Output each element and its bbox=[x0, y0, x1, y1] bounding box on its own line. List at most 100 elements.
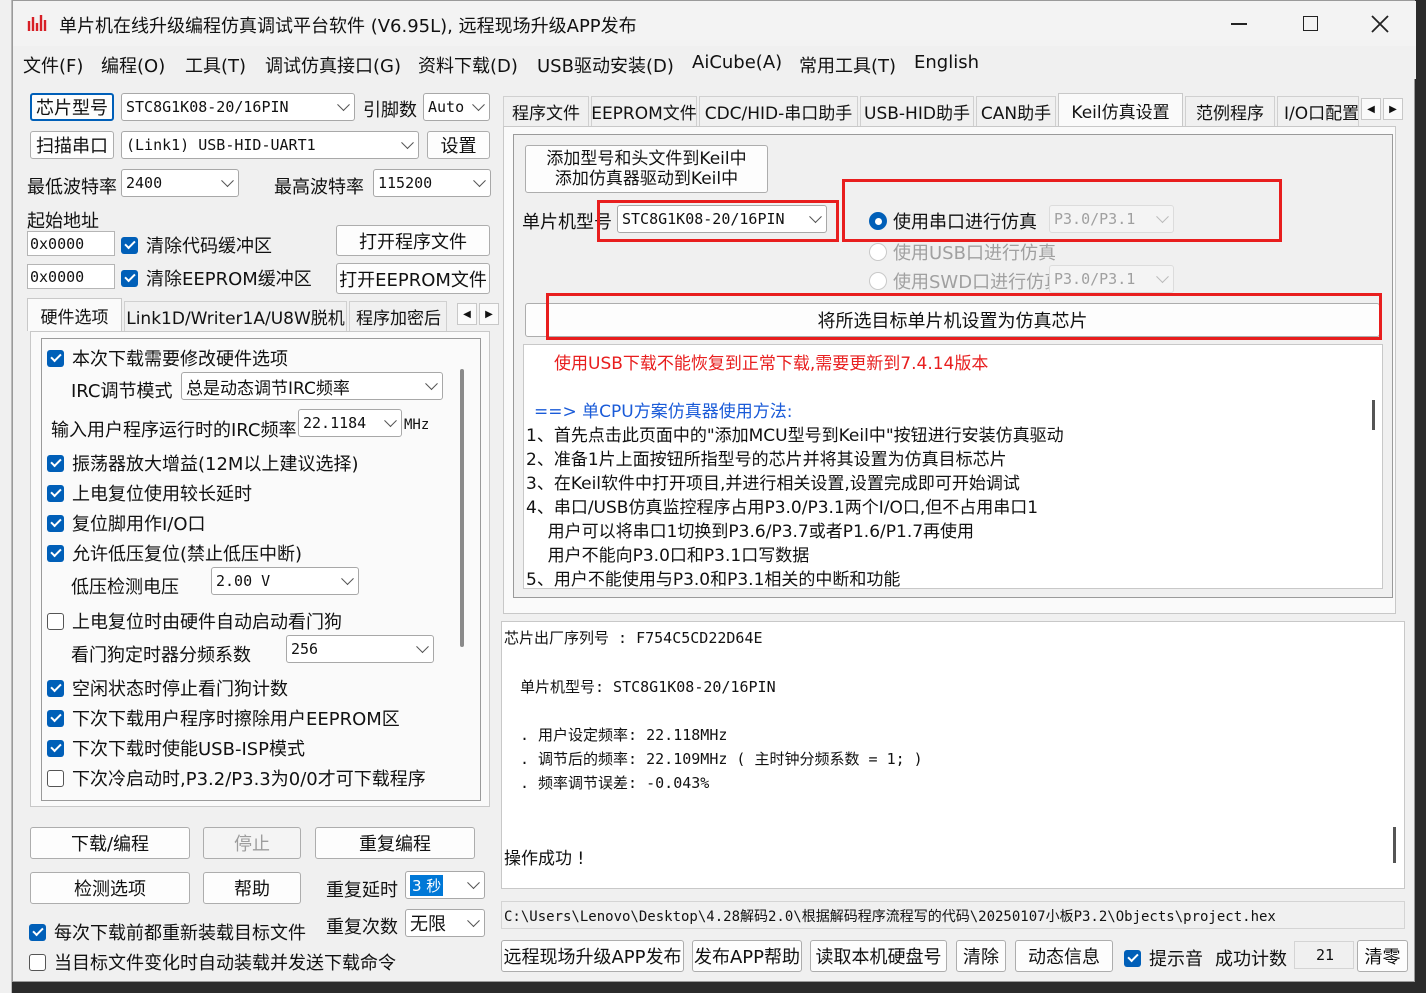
open-eeprom-file-button[interactable]: 打开EEPROM文件 bbox=[336, 263, 490, 294]
wdt-auto-checkbox[interactable]: 上电复位时由硬件自动启动看门狗 bbox=[47, 608, 342, 634]
wdt-divider-label: 看门狗定时器分频系数 bbox=[71, 645, 251, 666]
min-baud-label: 最低波特率 bbox=[27, 177, 117, 198]
minimize-icon[interactable] bbox=[1231, 23, 1247, 25]
hardware-scrollbar-thumb[interactable] bbox=[460, 369, 464, 647]
chip-model-button[interactable]: 芯片型号 bbox=[30, 93, 114, 121]
clear-eeprom-checkbox[interactable]: 清除EEPROM缓冲区 bbox=[121, 265, 312, 291]
read-disk-id-button[interactable]: 读取本机硬盘号 bbox=[810, 940, 947, 972]
detect-options-button[interactable]: 检测选项 bbox=[30, 872, 190, 904]
tab-usb-hid-assistant[interactable]: USB-HID助手 bbox=[860, 96, 974, 126]
start-address-input-1[interactable]: 0x0000 bbox=[27, 231, 115, 256]
tab-io-config[interactable]: I/O口配置 bbox=[1277, 96, 1359, 126]
irc-freq-select[interactable]: 22.1184 bbox=[298, 409, 402, 437]
menu-debug-interface[interactable]: 调试仿真接口(G) bbox=[265, 52, 401, 78]
osc-gain-checkbox[interactable]: 振荡器放大增益(12M以上建议选择) bbox=[47, 450, 358, 476]
irc-mode-select[interactable]: 总是动态调节IRC频率 bbox=[181, 372, 443, 400]
tab-can-assistant[interactable]: CAN助手 bbox=[976, 96, 1056, 126]
tab-encryption[interactable]: 程序加密后 bbox=[349, 301, 447, 331]
window-title: 单片机在线升级编程仿真调试平台软件 (V6.95L), 远程现场升级APP发布 bbox=[59, 16, 637, 37]
beep-checkbox[interactable]: 提示音 bbox=[1124, 945, 1203, 971]
menu-downloads[interactable]: 资料下载(D) bbox=[418, 52, 518, 78]
start-address-input-2[interactable]: 0x0000 bbox=[27, 264, 115, 289]
info-scrollbar-thumb[interactable] bbox=[1372, 400, 1375, 430]
maximize-icon[interactable] bbox=[1303, 16, 1318, 31]
tab-examples[interactable]: 范例程序 bbox=[1185, 96, 1275, 126]
tab-scroll-left-icon[interactable]: ◀ bbox=[1361, 98, 1381, 120]
menu-file[interactable]: 文件(F) bbox=[23, 52, 83, 78]
reset-count-button[interactable]: 清零 bbox=[1357, 940, 1408, 972]
swd-pins-select[interactable]: P3.0/P3.1 bbox=[1049, 265, 1174, 293]
tab-scroll-right-icon[interactable]: ▶ bbox=[479, 303, 499, 325]
cold-boot-label: 下次冷启动时,P3.2/P3.3为0/0才可下载程序 bbox=[72, 769, 426, 790]
beep-label: 提示音 bbox=[1149, 949, 1203, 970]
remote-upgrade-button[interactable]: 远程现场升级APP发布 bbox=[501, 940, 684, 972]
menu-program[interactable]: 编程(O) bbox=[101, 52, 165, 78]
repeat-delay-select[interactable]: 3 秒 bbox=[405, 871, 485, 899]
chevron-down-icon bbox=[1156, 270, 1169, 284]
lvr-checkbox[interactable]: 允许低压复位(禁止低压中断) bbox=[47, 540, 302, 566]
publish-app-help-button[interactable]: 发布APP帮助 bbox=[692, 940, 802, 972]
wdt-idle-checkbox[interactable]: 空闲状态时停止看门狗计数 bbox=[47, 675, 288, 701]
port-select[interactable]: (Link1) USB-HID-UART1 bbox=[121, 131, 419, 159]
min-baud-select[interactable]: 2400 bbox=[121, 169, 239, 197]
tab-link1d-offline[interactable]: Link1D/Writer1A/U8W脱机 bbox=[124, 301, 347, 331]
long-reset-checkbox[interactable]: 上电复位使用较长延时 bbox=[47, 480, 252, 506]
scan-port-button[interactable]: 扫描串口 bbox=[30, 131, 114, 159]
usb-isp-checkbox[interactable]: 下次下载时使能USB-ISP模式 bbox=[47, 735, 305, 761]
download-program-button[interactable]: 下载/编程 bbox=[30, 827, 190, 859]
clear-log-button[interactable]: 清除 bbox=[956, 940, 1006, 972]
tab-program-file[interactable]: 程序文件 bbox=[503, 96, 589, 126]
repeat-program-button[interactable]: 重复编程 bbox=[315, 827, 475, 859]
pin-count-select[interactable]: Auto bbox=[423, 93, 490, 121]
menu-aicube[interactable]: AiCube(A) bbox=[692, 52, 782, 73]
close-icon[interactable] bbox=[1369, 13, 1391, 35]
checkbox-unchecked-icon bbox=[47, 612, 64, 630]
auto-reload-checkbox[interactable]: 当目标文件变化时自动装载并发送下载命令 bbox=[29, 949, 396, 975]
start-address-label: 起始地址 bbox=[27, 211, 99, 232]
tab-keil-simulation[interactable]: Keil仿真设置 bbox=[1058, 93, 1183, 126]
info-line: 1、首先点击此页面中的"添加MCU型号到Keil中"按钮进行安装仿真驱动 bbox=[526, 426, 1064, 446]
checkbox-checked-icon bbox=[47, 739, 64, 757]
menu-tools[interactable]: 工具(T) bbox=[185, 52, 246, 78]
chip-model-select[interactable]: STC8G1K08-20/16PIN bbox=[121, 93, 355, 121]
low-voltage-select[interactable]: 2.00 V bbox=[211, 567, 359, 595]
radio-swd-label: 使用SWD口进行仿真 bbox=[893, 272, 1063, 293]
info-line: 用户可以将串口1切换到P3.6/P3.7或者P1.6/P1.7再使用 bbox=[526, 522, 975, 542]
info-text-box: 使用USB下载不能恢复到正常下载,需要更新到7.4.14版本 ==> 单CPU方… bbox=[523, 344, 1383, 589]
menu-usb-driver[interactable]: USB驱动安装(D) bbox=[537, 52, 674, 78]
radio-swd-simulation[interactable]: 使用SWD口进行仿真 bbox=[869, 268, 1062, 294]
modify-hw-checkbox[interactable]: 本次下载需要修改硬件选项 bbox=[47, 345, 288, 371]
info-line: 3、在Keil软件中打开项目,并进行相关设置,设置完成即可开始调试 bbox=[526, 474, 1020, 494]
clear-code-label: 清除代码缓冲区 bbox=[146, 236, 272, 257]
open-program-file-button[interactable]: 打开程序文件 bbox=[336, 225, 490, 256]
reload-each-checkbox[interactable]: 每次下载前都重新装载目标文件 bbox=[29, 919, 306, 945]
tab-scroll-right-icon[interactable]: ▶ bbox=[1383, 98, 1403, 120]
cold-boot-checkbox[interactable]: 下次冷启动时,P3.2/P3.3为0/0才可下载程序 bbox=[47, 765, 426, 791]
menu-common-tools[interactable]: 常用工具(T) bbox=[799, 52, 896, 78]
log-scrollbar-thumb[interactable] bbox=[1393, 827, 1396, 863]
max-baud-select[interactable]: 115200 bbox=[373, 169, 491, 197]
stop-button[interactable]: 停止 bbox=[203, 827, 301, 859]
radio-usb-simulation[interactable]: 使用USB口进行仿真 bbox=[869, 239, 1056, 265]
port-settings-button[interactable]: 设置 bbox=[427, 131, 490, 159]
tab-scroll-left-icon[interactable]: ◀ bbox=[457, 303, 477, 325]
max-baud-value: 115200 bbox=[378, 174, 433, 192]
clear-eeprom-label: 清除EEPROM缓冲区 bbox=[146, 269, 312, 290]
wdt-idle-label: 空闲状态时停止看门狗计数 bbox=[72, 679, 288, 700]
tab-eeprom-file[interactable]: EEPROM文件 bbox=[591, 96, 697, 126]
dynamic-info-button[interactable]: 动态信息 bbox=[1015, 940, 1113, 972]
wdt-divider-select[interactable]: 256 bbox=[286, 635, 434, 663]
help-button[interactable]: 帮助 bbox=[203, 872, 301, 904]
tab-serial-assistant[interactable]: CDC/HID-串口助手 bbox=[699, 96, 858, 126]
menu-english[interactable]: English bbox=[914, 52, 979, 73]
repeat-count-select[interactable]: 无限 bbox=[405, 909, 485, 937]
add-keil-line1: 添加型号和头文件到Keil中 bbox=[546, 149, 747, 169]
info-line: 4、串口/USB仿真监控程序占用P3.0/P3.1两个I/O口,但不占用串口1 bbox=[526, 498, 1039, 518]
erase-eeprom-checkbox[interactable]: 下次下载用户程序时擦除用户EEPROM区 bbox=[47, 705, 400, 731]
chevron-down-icon bbox=[425, 377, 438, 391]
clear-code-checkbox[interactable]: 清除代码缓冲区 bbox=[121, 232, 272, 258]
max-baud-label: 最高波特率 bbox=[274, 177, 364, 198]
tab-hardware-options[interactable]: 硬件选项 bbox=[27, 298, 122, 331]
reset-io-checkbox[interactable]: 复位脚用作I/O口 bbox=[47, 510, 206, 536]
add-to-keil-button[interactable]: 添加型号和头文件到Keil中 添加仿真器驱动到Keil中 bbox=[525, 145, 768, 193]
